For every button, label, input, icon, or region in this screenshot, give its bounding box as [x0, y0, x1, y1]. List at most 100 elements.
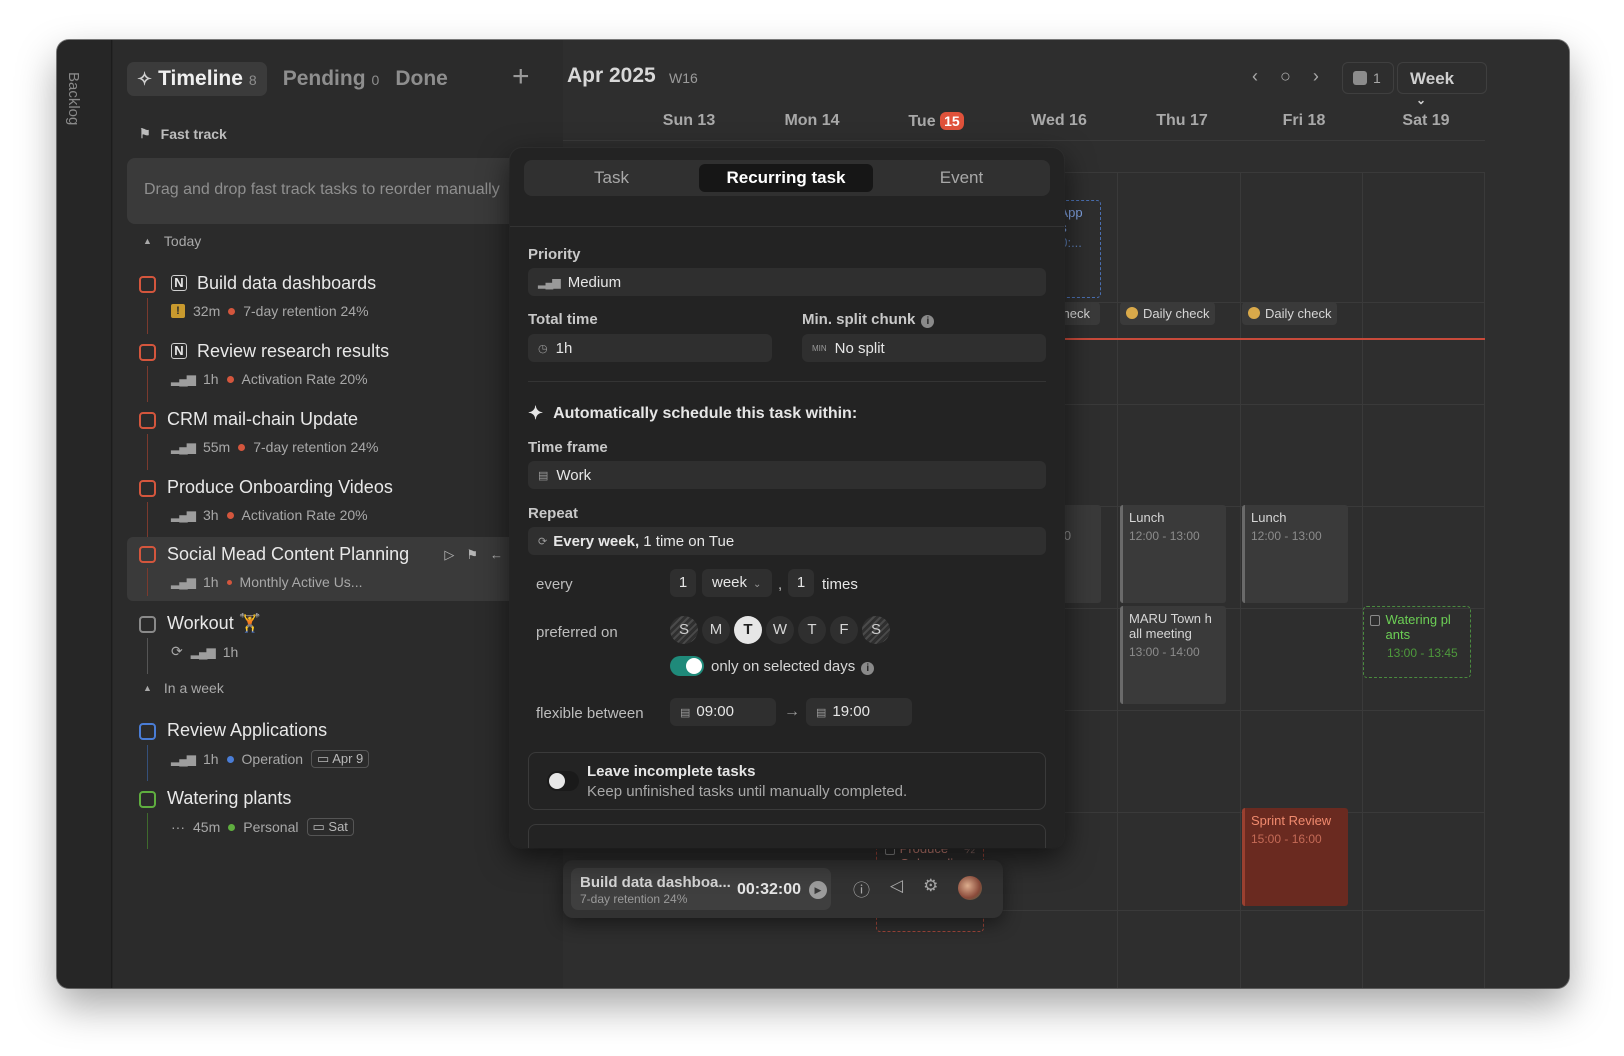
collapse-icon: ▲ [143, 236, 152, 246]
grid-line [1484, 172, 1485, 988]
event-lunch[interactable]: Lunch 12:00 - 13:00 [1242, 505, 1348, 603]
event-time: 15:00 - 16:00 [1251, 832, 1322, 846]
info-icon[interactable]: i [921, 315, 935, 328]
tab-timeline[interactable]: ✧ Timeline 8 [127, 62, 267, 96]
event-watering-plants[interactable]: Watering pl ants 13:00 - 13:45 [1363, 606, 1471, 678]
task-goal: 7-day retention 24% [243, 303, 369, 319]
event-daily-check[interactable]: Daily check [1120, 302, 1216, 325]
section-today[interactable]: ▲ Today [143, 233, 201, 249]
task-checkbox[interactable] [139, 546, 156, 563]
priority-bars-icon: ▂▄▆ [171, 508, 196, 522]
repeat-icon: ⟳ [538, 535, 548, 548]
fast-track-dropzone[interactable]: Drag and drop fast track tasks to reorde… [127, 158, 557, 224]
arrow-left-icon[interactable]: ← [490, 547, 503, 563]
megaphone-icon[interactable]: ◁ [890, 876, 903, 901]
only-selected-days-toggle[interactable] [670, 656, 704, 676]
task-title: Social Mead Content Planning [167, 544, 410, 564]
event-sprint-review[interactable]: Sprint Review 15:00 - 16:00 [1242, 808, 1348, 906]
day-toggle-fri[interactable]: F [830, 616, 858, 644]
view-select[interactable]: Week ⌄ [1397, 62, 1487, 107]
event-checkbox[interactable] [1370, 615, 1380, 626]
times-label: times [822, 576, 858, 593]
task-checkbox[interactable] [139, 412, 156, 429]
task-meta: ▂▄▆ 1h Activation Rate 20% [171, 371, 368, 387]
day-toggle-sat[interactable]: S [862, 616, 890, 644]
day-label[interactable]: Wed 16 [997, 112, 1121, 130]
day-toggle-tue[interactable]: T [734, 616, 762, 644]
task-checkbox[interactable] [139, 723, 156, 740]
min-split-value: No split [834, 339, 885, 357]
task-checkbox[interactable] [139, 344, 156, 361]
grid-line [563, 140, 1485, 141]
help-icon[interactable]: ⓘ [853, 876, 870, 901]
day-label[interactable]: Fri 18 [1242, 112, 1366, 130]
calendar-count-chip[interactable]: 1 [1342, 62, 1394, 94]
task-item[interactable]: CRM mail-chain Update ▂▄▆ 55m 7-day rete… [127, 406, 557, 470]
day-label[interactable]: Sat 19 [1364, 112, 1488, 130]
day-label[interactable]: Thu 17 [1120, 112, 1244, 130]
event-maru-town-hall[interactable]: MARU Town h all meeting 13:00 - 14:00 [1120, 606, 1226, 704]
task-item[interactable]: Produce Onboarding Videos ▂▄▆ 3h Activat… [127, 474, 557, 538]
task-meta: ⟳ ▂▄▆ 1h [171, 643, 238, 660]
day-toggle-mon[interactable]: M [702, 616, 730, 644]
tab-recurring-task[interactable]: Recurring task [699, 164, 873, 192]
tab-event[interactable]: Event [873, 164, 1050, 192]
repeat-select[interactable]: ⟳ Every week, 1 time on Tue [528, 527, 1046, 555]
task-goal: Monthly Active Us... [239, 574, 363, 590]
min-split-select[interactable]: MIN No split [802, 334, 1046, 362]
task-checkbox[interactable] [139, 791, 156, 808]
tab-done[interactable]: Done [395, 67, 448, 91]
fast-track-icon[interactable]: ⚑ [466, 547, 478, 563]
tab-pending[interactable]: Pending 0 [283, 67, 380, 91]
task-item[interactable]: N Review research results ▂▄▆ 1h Activat… [127, 338, 557, 402]
prev-week-icon[interactable]: ‹ [1252, 66, 1258, 87]
priority-select[interactable]: ▂▄▆ Medium [528, 268, 1046, 296]
task-item[interactable]: Review Applications ▂▄▆ 1h Operation ▭ A… [127, 717, 557, 781]
every-unit-select[interactable]: week ⌄ [702, 569, 772, 597]
every-number-input[interactable]: 1 [670, 569, 696, 597]
task-checkbox[interactable] [139, 616, 156, 633]
to-time-input[interactable]: ▤ 19:00 [806, 698, 912, 726]
play-icon[interactable]: ▷ [444, 547, 454, 563]
timeframe-select[interactable]: ▤ Work [528, 461, 1046, 489]
event-title: Daily check [1143, 306, 1210, 321]
current-task-card[interactable]: Build data dashboa... 7-day retention 24… [571, 868, 831, 910]
task-checkbox[interactable] [139, 480, 156, 497]
from-time-input[interactable]: ▤ 09:00 [670, 698, 776, 726]
tab-task[interactable]: Task [524, 164, 699, 192]
today-circle-icon[interactable]: ○ [1280, 66, 1291, 87]
info-icon[interactable]: i [861, 662, 875, 675]
sparkle-icon: ✦ [528, 403, 544, 423]
task-duration: 32m [193, 303, 221, 319]
avatar[interactable] [958, 876, 983, 900]
min-split-label-text: Min. split chunk [802, 311, 916, 328]
event-title: Lunch [1129, 510, 1165, 525]
task-checkbox[interactable] [139, 276, 156, 293]
add-task-icon[interactable]: + [512, 60, 530, 94]
settings-icon[interactable]: ⚙ [923, 876, 938, 901]
day-label[interactable]: Mon 14 [750, 112, 874, 130]
goal-dot [226, 511, 234, 519]
grid-line [1117, 172, 1118, 988]
day-toggle-thu[interactable]: T [798, 616, 826, 644]
total-time-input[interactable]: ◷ 1h [528, 334, 772, 362]
task-item[interactable]: Social Mead Content Planning ▷ ⚑ ← → ⋮ ▂… [127, 537, 557, 601]
auto-schedule-title: ✦ Automatically schedule this task withi… [528, 403, 857, 424]
event-lunch[interactable]: Lunch 12:00 - 13:00 [1120, 505, 1226, 603]
times-number-input[interactable]: 1 [788, 569, 814, 597]
section-in-a-week[interactable]: ▲ In a week [143, 680, 224, 696]
day-label[interactable]: Sun 13 [627, 112, 751, 130]
event-daily-check[interactable]: Daily check [1242, 302, 1338, 325]
calendar-icon: ▤ [538, 469, 549, 482]
backlog-rail[interactable]: Backlog [57, 40, 112, 988]
play-icon[interactable]: ▶ [809, 881, 827, 899]
next-week-icon[interactable]: › [1313, 66, 1319, 87]
leave-incomplete-toggle[interactable] [547, 771, 579, 791]
task-item[interactable]: Workout 🏋 ⟳ ▂▄▆ 1h [127, 610, 557, 674]
task-item[interactable]: Watering plants ··· 45m Personal ▭ Sat [127, 785, 557, 849]
goal-dot [226, 375, 234, 383]
task-item[interactable]: N Build data dashboards ! 32m 7-day rete… [127, 270, 557, 334]
day-label-today[interactable]: Tue 15 [874, 112, 998, 131]
day-toggle-sun[interactable]: S [670, 616, 698, 644]
day-toggle-wed[interactable]: W [766, 616, 794, 644]
